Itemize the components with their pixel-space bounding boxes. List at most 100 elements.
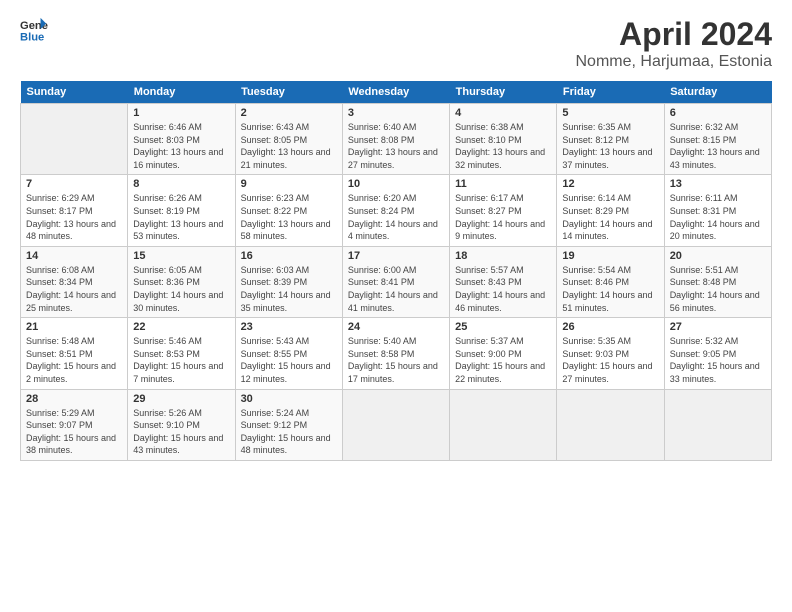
header-cell-friday: Friday: [557, 81, 664, 104]
day-number: 15: [133, 250, 229, 262]
day-number: 5: [562, 107, 658, 119]
day-number: 14: [26, 250, 122, 262]
day-info: Sunrise: 5:46 AM Sunset: 8:53 PM Dayligh…: [133, 335, 229, 385]
day-cell: 22Sunrise: 5:46 AM Sunset: 8:53 PM Dayli…: [128, 318, 235, 389]
logo: General Blue: [20, 16, 48, 44]
day-cell: 4 Sunrise: 6:38 AM Sunset: 8:10 PM Daylig…: [450, 104, 557, 175]
day-info: Sunrise: 6:17 AM Sunset: 8:27 PM Dayligh…: [455, 192, 551, 242]
day-number: 24: [348, 321, 444, 333]
day-cell: 9 Sunrise: 6:23 AM Sunset: 8:22 PM Daylig…: [235, 175, 342, 246]
day-info: Sunrise: 5:43 AM Sunset: 8:55 PM Dayligh…: [241, 335, 337, 385]
header-cell-thursday: Thursday: [450, 81, 557, 104]
day-cell: 3Sunrise: 6:40 AM Sunset: 8:08 PM Daylig…: [342, 104, 449, 175]
day-info: Sunrise: 5:40 AM Sunset: 8:58 PM Dayligh…: [348, 335, 444, 385]
day-info: Sunrise: 6:14 AM Sunset: 8:29 PM Dayligh…: [562, 192, 658, 242]
day-info: Sunrise: 5:48 AM Sunset: 8:51 PM Dayligh…: [26, 335, 122, 385]
day-cell: 16Sunrise: 6:03 AM Sunset: 8:39 PM Dayli…: [235, 246, 342, 317]
day-number: 20: [670, 250, 766, 262]
day-cell: 15Sunrise: 6:05 AM Sunset: 8:36 PM Dayli…: [128, 246, 235, 317]
logo-icon: General Blue: [20, 16, 48, 44]
day-info: Sunrise: 6:29 AM Sunset: 8:17 PM Dayligh…: [26, 192, 122, 242]
day-info: Sunrise: 5:51 AM Sunset: 8:48 PM Dayligh…: [670, 264, 766, 314]
header-row: SundayMondayTuesdayWednesdayThursdayFrid…: [21, 81, 772, 104]
header-cell-tuesday: Tuesday: [235, 81, 342, 104]
week-row: 28 Sunrise: 5:29 AM Sunset: 9:07 PM Dayli…: [21, 389, 772, 460]
day-cell: 11 Sunrise: 6:17 AM Sunset: 8:27 PM Dayli…: [450, 175, 557, 246]
day-info: Sunrise: 6:32 AM Sunset: 8:15 PM Dayligh…: [670, 121, 766, 171]
day-info: Sunrise: 6:35 AM Sunset: 8:12 PM Dayligh…: [562, 121, 658, 171]
day-cell: 23 Sunrise: 5:43 AM Sunset: 8:55 PM Dayli…: [235, 318, 342, 389]
day-number: 26: [562, 321, 658, 333]
day-cell: 12Sunrise: 6:14 AM Sunset: 8:29 PM Dayli…: [557, 175, 664, 246]
day-cell: 1 Sunrise: 6:46 AM Sunset: 8:03 PM Daylig…: [128, 104, 235, 175]
header-cell-wednesday: Wednesday: [342, 81, 449, 104]
calendar-table: SundayMondayTuesdayWednesdayThursdayFrid…: [20, 81, 772, 461]
header: General Blue April 2024 Nomme, Harjumaa,…: [20, 16, 772, 71]
day-number: 16: [241, 250, 337, 262]
day-cell: 29 Sunrise: 5:26 AM Sunset: 9:10 PM Dayli…: [128, 389, 235, 460]
day-cell: [21, 104, 128, 175]
day-number: 18: [455, 250, 551, 262]
day-cell: 19 Sunrise: 5:54 AM Sunset: 8:46 PM Dayli…: [557, 246, 664, 317]
subtitle: Nomme, Harjumaa, Estonia: [575, 53, 772, 71]
day-cell: 21 Sunrise: 5:48 AM Sunset: 8:51 PM Dayli…: [21, 318, 128, 389]
day-info: Sunrise: 5:26 AM Sunset: 9:10 PM Dayligh…: [133, 407, 229, 457]
day-number: 1: [133, 107, 229, 119]
day-info: Sunrise: 5:54 AM Sunset: 8:46 PM Dayligh…: [562, 264, 658, 314]
day-number: 27: [670, 321, 766, 333]
day-number: 8: [133, 178, 229, 190]
day-number: 28: [26, 393, 122, 405]
day-info: Sunrise: 5:57 AM Sunset: 8:43 PM Dayligh…: [455, 264, 551, 314]
day-info: Sunrise: 6:23 AM Sunset: 8:22 PM Dayligh…: [241, 192, 337, 242]
day-cell: 20 Sunrise: 5:51 AM Sunset: 8:48 PM Dayli…: [664, 246, 771, 317]
day-cell: 25 Sunrise: 5:37 AM Sunset: 9:00 PM Dayli…: [450, 318, 557, 389]
calendar-page: General Blue April 2024 Nomme, Harjumaa,…: [0, 0, 792, 612]
header-cell-saturday: Saturday: [664, 81, 771, 104]
week-row: 1 Sunrise: 6:46 AM Sunset: 8:03 PM Daylig…: [21, 104, 772, 175]
day-number: 30: [241, 393, 337, 405]
day-cell: 27 Sunrise: 5:32 AM Sunset: 9:05 PM Dayli…: [664, 318, 771, 389]
day-number: 11: [455, 178, 551, 190]
day-cell: [557, 389, 664, 460]
week-row: 7Sunrise: 6:29 AM Sunset: 8:17 PM Daylig…: [21, 175, 772, 246]
day-number: 25: [455, 321, 551, 333]
day-number: 29: [133, 393, 229, 405]
week-row: 21 Sunrise: 5:48 AM Sunset: 8:51 PM Dayli…: [21, 318, 772, 389]
day-number: 23: [241, 321, 337, 333]
day-number: 19: [562, 250, 658, 262]
day-info: Sunrise: 6:38 AM Sunset: 8:10 PM Dayligh…: [455, 121, 551, 171]
day-cell: 8Sunrise: 6:26 AM Sunset: 8:19 PM Daylig…: [128, 175, 235, 246]
day-info: Sunrise: 5:32 AM Sunset: 9:05 PM Dayligh…: [670, 335, 766, 385]
day-cell: 7Sunrise: 6:29 AM Sunset: 8:17 PM Daylig…: [21, 175, 128, 246]
main-title: April 2024: [575, 16, 772, 53]
day-info: Sunrise: 6:00 AM Sunset: 8:41 PM Dayligh…: [348, 264, 444, 314]
day-cell: 10 Sunrise: 6:20 AM Sunset: 8:24 PM Dayli…: [342, 175, 449, 246]
day-info: Sunrise: 6:46 AM Sunset: 8:03 PM Dayligh…: [133, 121, 229, 171]
title-block: April 2024 Nomme, Harjumaa, Estonia: [575, 16, 772, 71]
day-number: 21: [26, 321, 122, 333]
day-info: Sunrise: 5:37 AM Sunset: 9:00 PM Dayligh…: [455, 335, 551, 385]
day-info: Sunrise: 6:11 AM Sunset: 8:31 PM Dayligh…: [670, 192, 766, 242]
day-cell: 26 Sunrise: 5:35 AM Sunset: 9:03 PM Dayli…: [557, 318, 664, 389]
day-number: 17: [348, 250, 444, 262]
day-cell: [450, 389, 557, 460]
day-number: 9: [241, 178, 337, 190]
day-number: 2: [241, 107, 337, 119]
day-cell: 6 Sunrise: 6:32 AM Sunset: 8:15 PM Daylig…: [664, 104, 771, 175]
day-cell: [664, 389, 771, 460]
svg-text:Blue: Blue: [20, 31, 44, 43]
day-number: 6: [670, 107, 766, 119]
day-info: Sunrise: 6:20 AM Sunset: 8:24 PM Dayligh…: [348, 192, 444, 242]
day-cell: 2Sunrise: 6:43 AM Sunset: 8:05 PM Daylig…: [235, 104, 342, 175]
day-cell: 30Sunrise: 5:24 AM Sunset: 9:12 PM Dayli…: [235, 389, 342, 460]
day-number: 4: [455, 107, 551, 119]
day-cell: 28 Sunrise: 5:29 AM Sunset: 9:07 PM Dayli…: [21, 389, 128, 460]
day-number: 10: [348, 178, 444, 190]
day-cell: 13Sunrise: 6:11 AM Sunset: 8:31 PM Dayli…: [664, 175, 771, 246]
header-cell-monday: Monday: [128, 81, 235, 104]
day-info: Sunrise: 5:35 AM Sunset: 9:03 PM Dayligh…: [562, 335, 658, 385]
day-cell: [342, 389, 449, 460]
day-number: 3: [348, 107, 444, 119]
day-cell: 17 Sunrise: 6:00 AM Sunset: 8:41 PM Dayli…: [342, 246, 449, 317]
day-info: Sunrise: 5:29 AM Sunset: 9:07 PM Dayligh…: [26, 407, 122, 457]
